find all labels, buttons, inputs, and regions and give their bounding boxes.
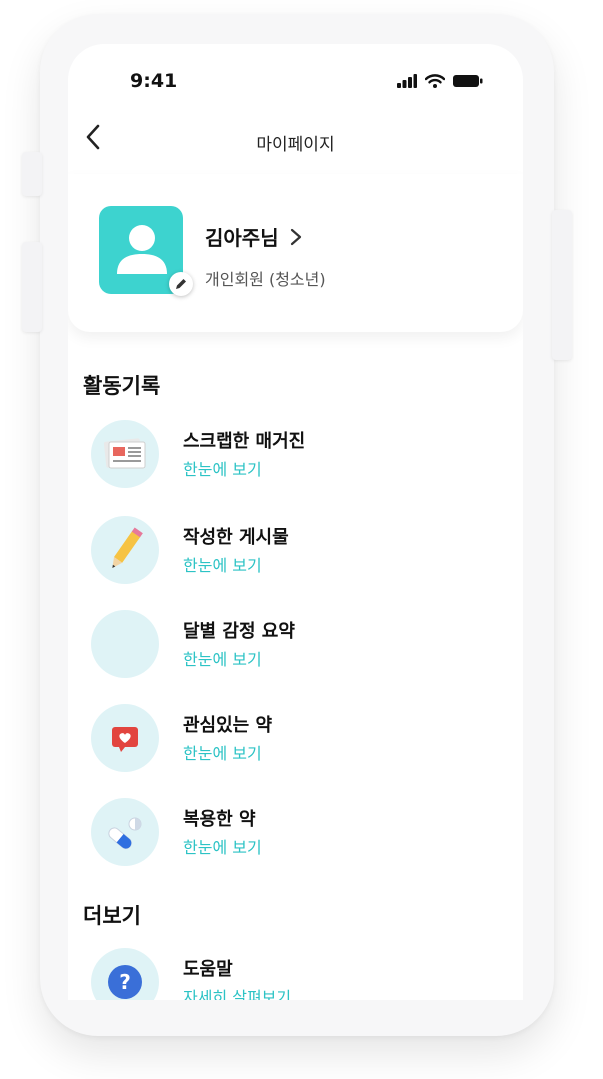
page-title: 마이페이지	[256, 135, 335, 155]
item-link[interactable]: 한눈에 보기	[183, 834, 262, 858]
item-title: 스크랩한 매거진	[183, 431, 306, 452]
item-link[interactable]: 한눈에 보기	[183, 552, 262, 576]
item-link[interactable]: 한눈에 보기	[183, 646, 262, 670]
item-title: 작성한 게시물	[183, 527, 289, 548]
section-title-activity: 활동기록	[83, 374, 161, 398]
item-title: 복용한 약	[183, 809, 256, 830]
item-title: 도움말	[183, 959, 233, 980]
pencil-icon	[91, 516, 159, 584]
signal-icon	[397, 74, 417, 88]
blank-icon	[91, 610, 159, 678]
status-icons	[397, 74, 483, 88]
wifi-icon	[425, 74, 445, 88]
phone-side-button-left-top	[22, 152, 42, 196]
status-time: 9:41	[130, 70, 178, 92]
pills-icon	[91, 798, 159, 866]
list-item-scrapped-magazine[interactable]: 스크랩한 매거진 한눈에 보기	[91, 420, 491, 490]
phone-screen: 9:41 마이페이지 김아주님 개인회원 (청소년) 활동기록 스크랩한 매거진…	[68, 44, 523, 1000]
battery-icon	[453, 75, 483, 87]
list-item-monthly-emotion[interactable]: 달별 감정 요약 한눈에 보기	[91, 610, 491, 680]
item-title: 관심있는 약	[183, 715, 273, 736]
section-title-more: 더보기	[83, 904, 141, 928]
phone-side-button-right	[552, 210, 572, 360]
profile-name: 김아주님	[205, 226, 279, 250]
profile-card[interactable]: 김아주님 개인회원 (청소년)	[68, 174, 523, 332]
help-icon: ?	[91, 948, 159, 1000]
item-link[interactable]: 한눈에 보기	[183, 456, 262, 480]
chevron-right-icon	[290, 228, 301, 245]
item-link[interactable]: 한눈에 보기	[183, 740, 262, 764]
nav-bar: 마이페이지	[68, 114, 523, 164]
pencil-edit-icon	[176, 279, 186, 289]
heart-message-icon	[91, 704, 159, 772]
edit-avatar-button[interactable]	[169, 272, 193, 296]
member-type: 개인회원 (청소년)	[205, 270, 326, 289]
list-item-taken-medicine[interactable]: 복용한 약 한눈에 보기	[91, 798, 491, 868]
list-item-written-posts[interactable]: 작성한 게시물 한눈에 보기	[91, 516, 491, 586]
list-item-help[interactable]: ? 도움말 자세히 살펴보기	[91, 948, 491, 1000]
svg-text:?: ?	[119, 970, 131, 994]
newspaper-icon	[91, 420, 159, 488]
item-title: 달별 감정 요약	[183, 621, 295, 642]
phone-side-button-left-bottom	[22, 242, 42, 332]
profile-name-row[interactable]: 김아주님	[205, 222, 303, 251]
item-link[interactable]: 자세히 살펴보기	[183, 984, 291, 1000]
status-bar: 9:41	[68, 44, 523, 104]
list-item-favorite-medicine[interactable]: 관심있는 약 한눈에 보기	[91, 704, 491, 774]
